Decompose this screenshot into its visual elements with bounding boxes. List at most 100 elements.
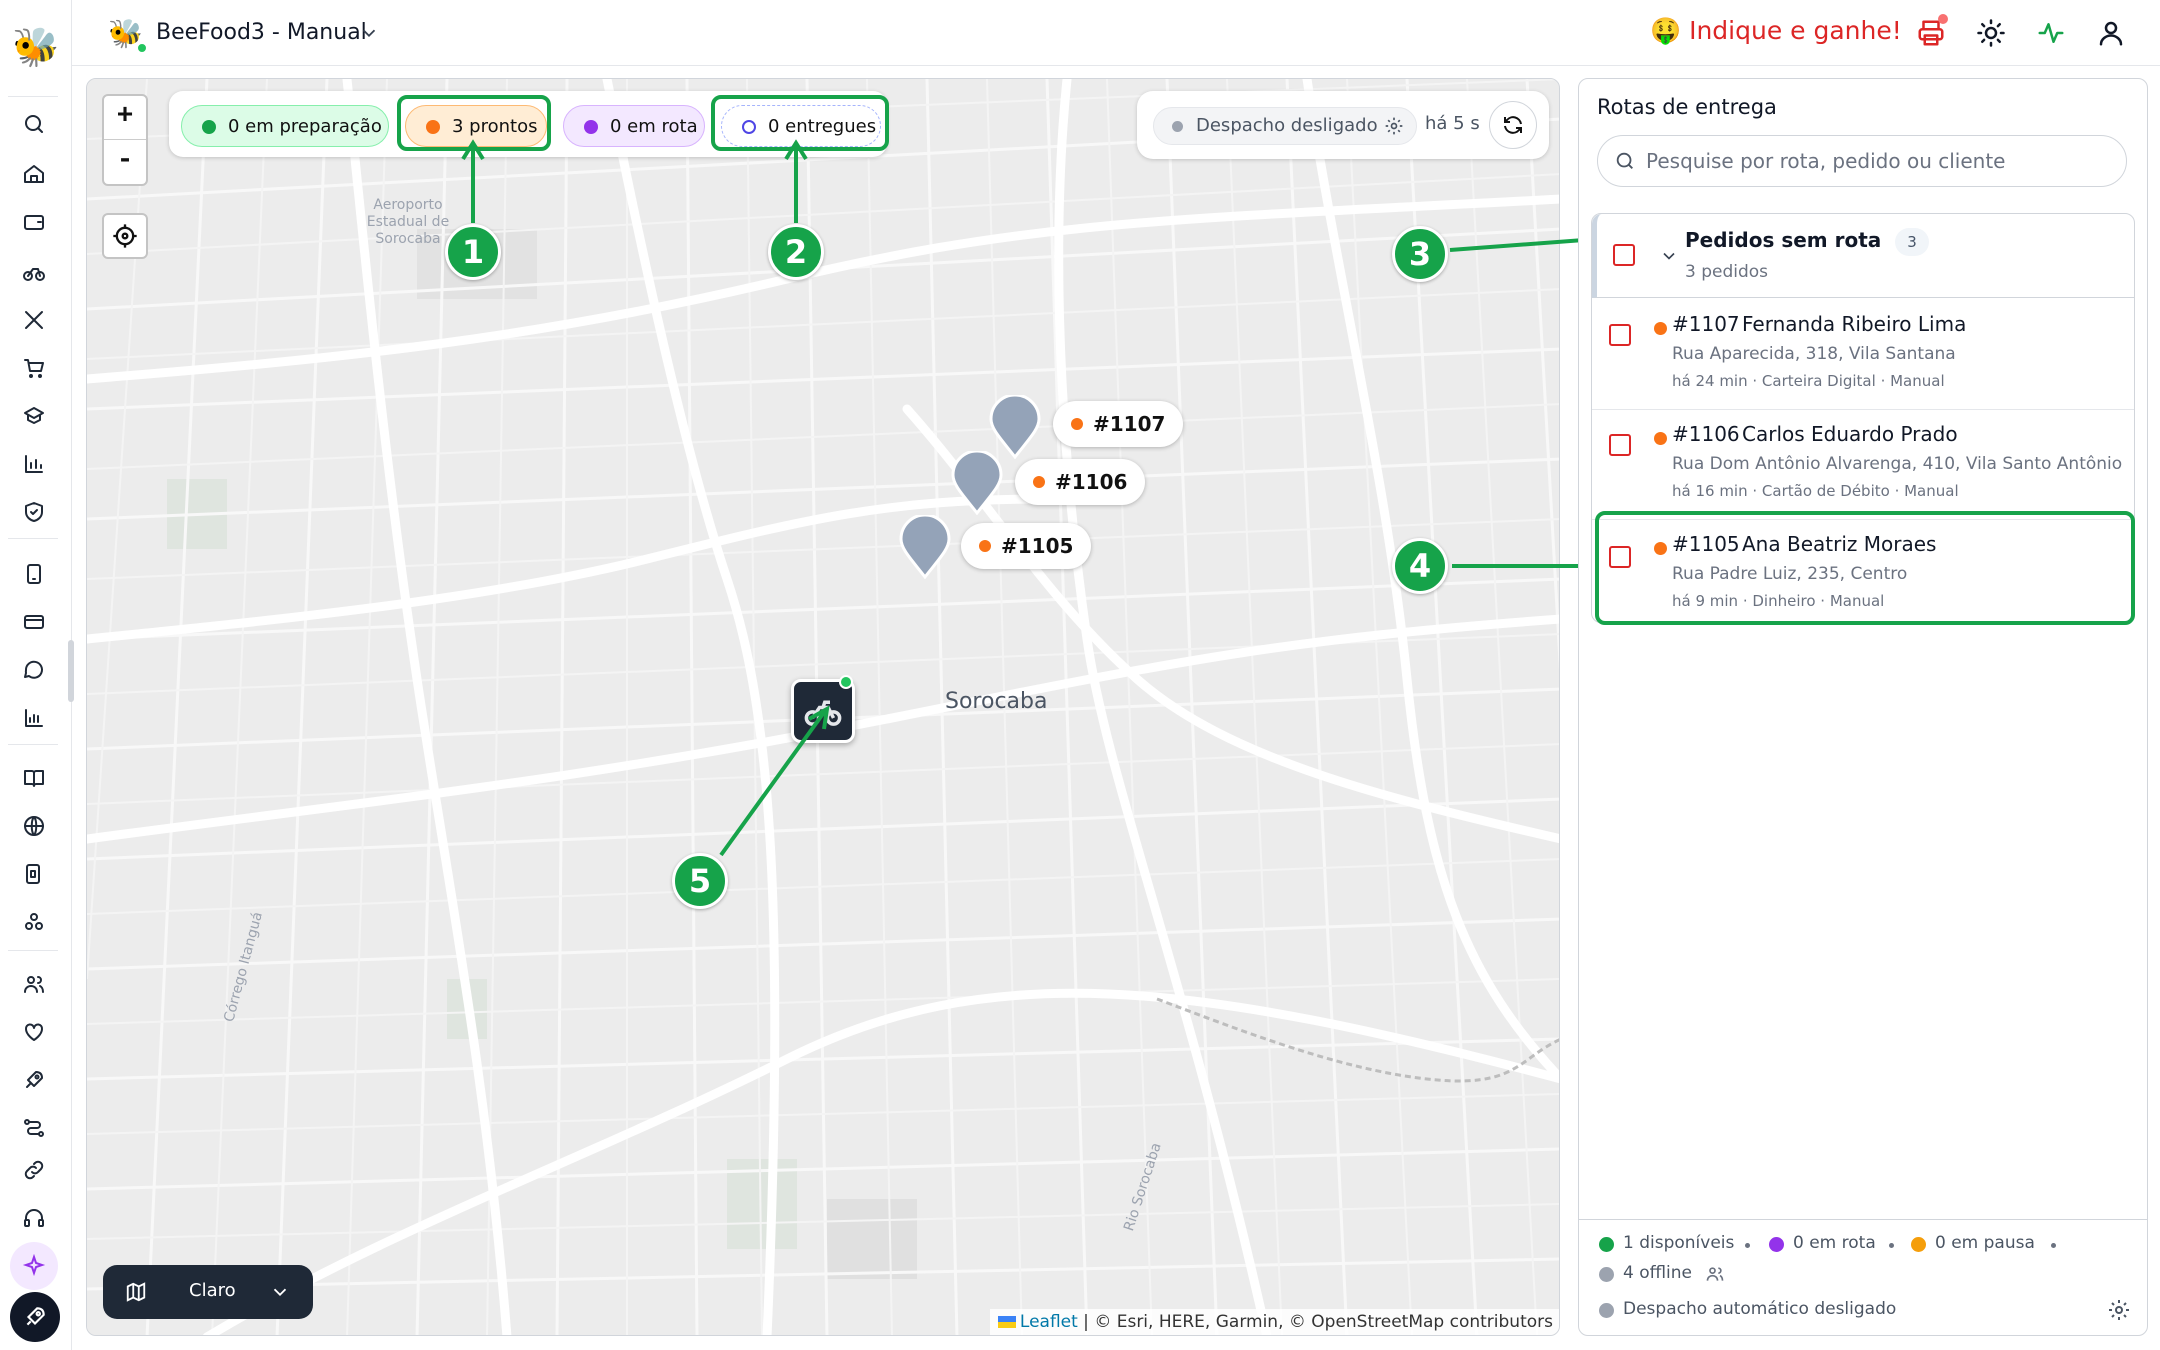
separator-dot: [1745, 1243, 1750, 1248]
card-icon[interactable]: [18, 606, 50, 638]
store-online-indicator: [136, 42, 148, 54]
cart-icon[interactable]: [18, 352, 50, 384]
status-dot: [1599, 1303, 1614, 1318]
separator-dot: [1889, 1243, 1894, 1248]
gear-icon[interactable]: [2107, 1298, 2131, 1322]
attribution-text: | © Esri, HERE, Garmin, © OpenStreetMap …: [1077, 1312, 1553, 1332]
delivery-map[interactable]: + - 0 em preparação 3 prontos 0 em rota …: [86, 78, 1560, 1336]
legend-label: 0 em rota: [1793, 1233, 1876, 1253]
notification-dot: [1938, 14, 1948, 24]
legend-auto-dispatch: Despacho automático desligado: [1599, 1299, 1897, 1319]
shield-icon[interactable]: [18, 496, 50, 528]
bee-logo[interactable]: 🐝: [12, 24, 59, 70]
top-header: 🐝 BeeFood3 - Manual 🤑 Indique e ganhe!: [72, 0, 2160, 66]
search-input[interactable]: [1646, 144, 2116, 178]
sidebar-divider: [8, 950, 58, 951]
legend-label: 1 disponíveis: [1623, 1233, 1735, 1253]
order-address: Rua Dom Antônio Alvarenga, 410, Vila San…: [1672, 454, 2123, 474]
group-subtitle: 3 pedidos: [1685, 262, 1769, 282]
status-dot: [1599, 1237, 1614, 1252]
sidebar-divider: [8, 96, 58, 97]
annotation-badge-1: 1: [445, 224, 501, 280]
map-style-label: Claro: [189, 1280, 236, 1301]
order-checkbox[interactable]: [1609, 324, 1631, 346]
sidebar-divider: [8, 538, 58, 539]
bar-chart-icon[interactable]: [18, 448, 50, 480]
leaflet-link[interactable]: Leaflet: [1020, 1312, 1078, 1332]
route-icon[interactable]: [18, 1112, 50, 1144]
sidebar: 🐝: [0, 0, 72, 1350]
book-icon[interactable]: [18, 762, 50, 794]
customer-name: Fernanda Ribeiro Lima: [1742, 312, 1967, 336]
chevron-down-icon[interactable]: [358, 22, 380, 44]
heart-icon[interactable]: [18, 1016, 50, 1048]
legend-label: 0 em pausa: [1935, 1233, 2035, 1253]
group-count-badge: 3: [1895, 228, 1929, 256]
rocket-icon[interactable]: [18, 1064, 50, 1096]
map-attribution: Leaflet | © Esri, HERE, Garmin, © OpenSt…: [989, 1309, 1559, 1335]
annotation-badge-5: 5: [672, 853, 728, 909]
bike-icon[interactable]: [18, 256, 50, 288]
separator-dot: [2051, 1243, 2056, 1248]
map-icon: [126, 1282, 146, 1302]
legend-label: 4 offline: [1623, 1263, 1693, 1283]
panel-title: Rotas de entrega: [1597, 95, 1777, 119]
launch-icon[interactable]: [10, 1292, 60, 1342]
legend-paused: 0 em pausa: [1911, 1233, 2035, 1253]
tablet-icon[interactable]: [18, 558, 50, 590]
user-icon[interactable]: [2096, 18, 2126, 48]
legend-label: Despacho automático desligado: [1623, 1299, 1897, 1319]
activity-icon[interactable]: [2036, 18, 2066, 48]
customer-name: Carlos Eduardo Prado: [1742, 422, 1958, 446]
headset-icon[interactable]: [18, 1202, 50, 1234]
order-row[interactable]: #1107 Fernanda Ribeiro Lima Rua Aparecid…: [1592, 300, 2134, 410]
sun-icon[interactable]: [1976, 18, 2006, 48]
store-name[interactable]: BeeFood3 - Manual: [156, 20, 367, 45]
group-header[interactable]: Pedidos sem rota 3 3 pedidos: [1592, 214, 2134, 298]
legend-offline: 4 offline: [1599, 1263, 1693, 1283]
annotation-badge-4: 4: [1392, 538, 1448, 594]
chat-icon[interactable]: [18, 654, 50, 686]
status-dot: [1599, 1267, 1614, 1282]
home-icon[interactable]: [18, 158, 50, 190]
order-checkbox[interactable]: [1609, 434, 1631, 456]
sidebar-divider: [8, 744, 58, 745]
referral-link[interactable]: 🤑 Indique e ganhe!: [1650, 16, 1902, 46]
annotation-badge-3: 3: [1392, 226, 1448, 282]
order-meta: há 16 min · Cartão de Débito · Manual: [1672, 482, 1959, 500]
globe-icon[interactable]: [18, 810, 50, 842]
status-dot: [1911, 1237, 1926, 1252]
legend-on-route: 0 em rota: [1769, 1233, 1876, 1253]
users-icon[interactable]: [1705, 1264, 1725, 1284]
order-row[interactable]: #1106 Carlos Eduardo Prado Rua Dom Antôn…: [1592, 410, 2134, 520]
users-icon[interactable]: [18, 968, 50, 1000]
devices-icon[interactable]: [18, 858, 50, 890]
map-style-picker[interactable]: Claro: [103, 1265, 313, 1319]
group-title: Pedidos sem rota: [1685, 228, 1882, 252]
link-icon[interactable]: [18, 1154, 50, 1186]
delivery-routes-panel: Rotas de entrega Pedidos sem rota 3 3 pe…: [1578, 78, 2148, 1336]
integrations-icon[interactable]: [18, 906, 50, 938]
sparkles-icon[interactable]: [10, 1242, 58, 1290]
route-search[interactable]: [1597, 135, 2127, 187]
order-address: Rua Aparecida, 318, Vila Santana: [1672, 344, 1956, 364]
order-id: #1106: [1672, 422, 1740, 446]
stats-icon[interactable]: [18, 702, 50, 734]
courier-status-footer: 1 disponíveis 0 em rota 0 em pausa 4 off…: [1579, 1219, 2147, 1335]
legend-available: 1 disponíveis: [1599, 1233, 1735, 1253]
highlight-order-1105: [1595, 511, 2135, 625]
sidebar-resize-handle[interactable]: [68, 640, 74, 702]
search-icon[interactable]: [18, 108, 50, 140]
chevron-down-icon[interactable]: [1659, 246, 1679, 266]
annotation-arrows: [461, 139, 830, 857]
select-all-checkbox[interactable]: [1613, 244, 1635, 266]
chevron-down-icon: [273, 1288, 287, 1297]
utensils-icon[interactable]: [18, 304, 50, 336]
printer-icon[interactable]: [1916, 14, 1948, 48]
annotation-badge-2: 2: [768, 224, 824, 280]
wallet-icon[interactable]: [18, 206, 50, 238]
status-dot: [1654, 322, 1667, 335]
ukraine-flag-icon: [997, 1316, 1016, 1328]
search-icon: [1616, 152, 1633, 169]
box-icon[interactable]: [18, 400, 50, 432]
